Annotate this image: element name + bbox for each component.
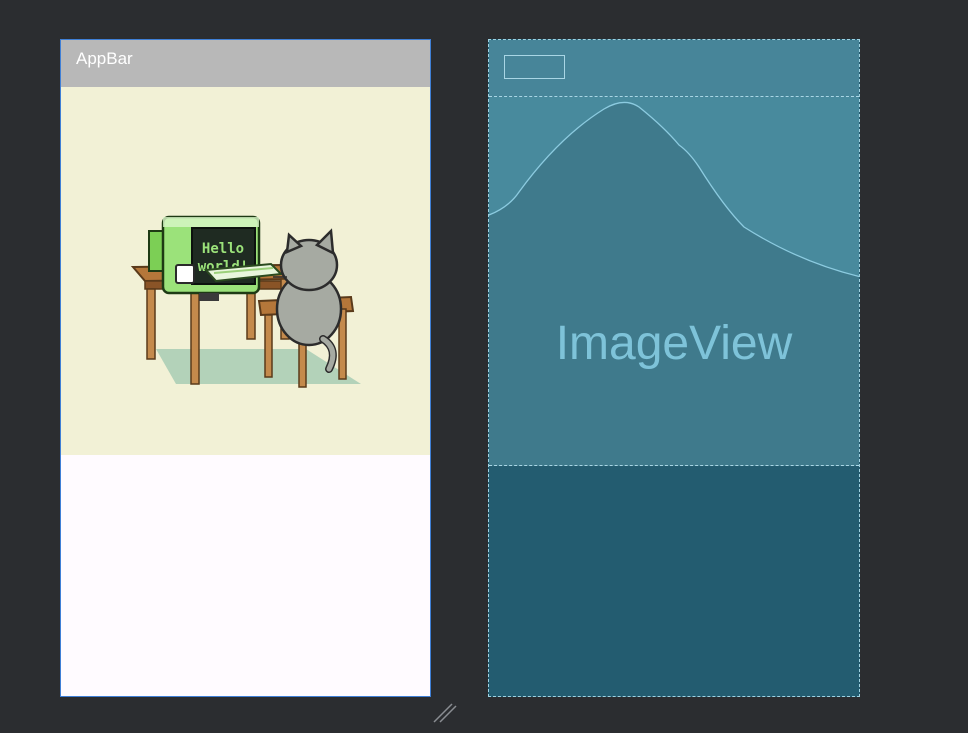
blueprint-image-view[interactable]: ImageView <box>489 97 859 466</box>
image-view[interactable]: Hello world! <box>61 87 430 455</box>
mountain-placeholder-icon <box>489 97 859 278</box>
layout-editor-canvas: AppBar Hello world! ImageView <box>0 0 968 733</box>
screen-text-line1: Hello <box>202 241 244 257</box>
appbar[interactable]: AppBar <box>61 40 430 87</box>
pixel-art-cat-computer-image: Hello world! <box>130 215 361 388</box>
design-preview[interactable]: AppBar Hello world! <box>60 39 431 697</box>
empty-content-area <box>61 455 430 696</box>
blueprint-preview[interactable]: ImageView <box>488 39 860 697</box>
resize-handle-icon[interactable] <box>432 700 458 724</box>
blueprint-appbar-title-box[interactable] <box>504 55 565 79</box>
blueprint-appbar[interactable] <box>489 40 859 97</box>
blueprint-image-label: ImageView <box>555 317 793 370</box>
appbar-title: AppBar <box>76 49 133 68</box>
